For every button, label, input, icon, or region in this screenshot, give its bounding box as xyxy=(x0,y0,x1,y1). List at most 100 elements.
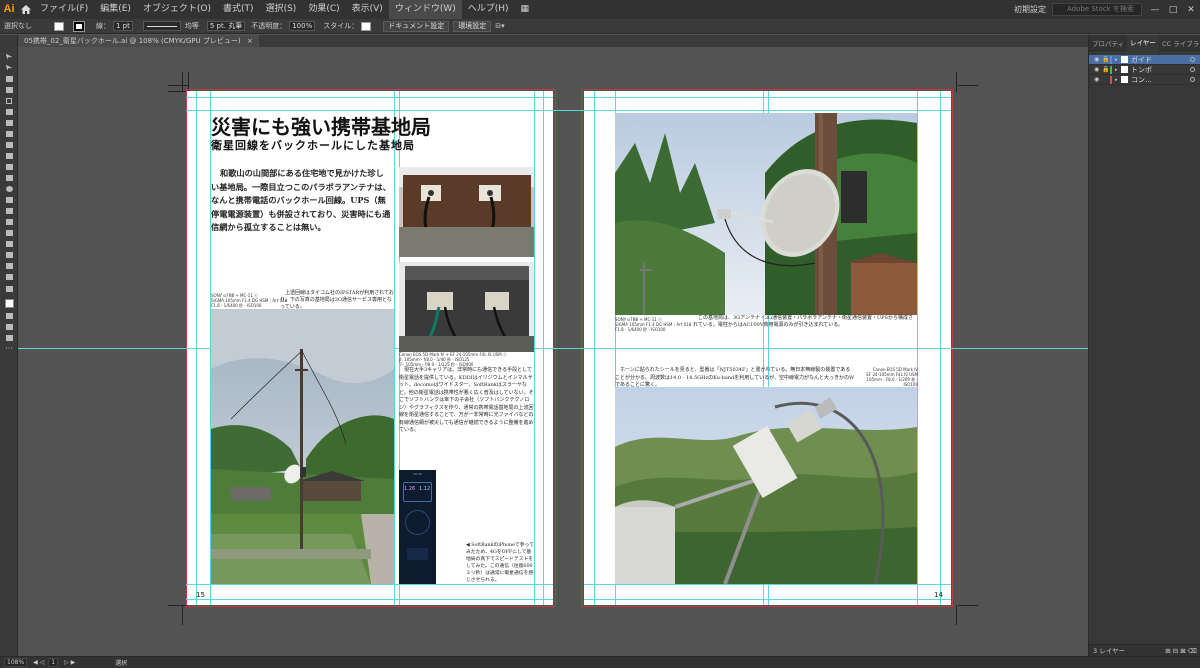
tab-layers[interactable]: レイヤー xyxy=(1127,34,1159,51)
body-text-left-1[interactable]: 上透回線はタイコム社のIPSTARが利用されており、下の写真の基地局は3G通信サ… xyxy=(280,290,394,311)
photo-base-station[interactable] xyxy=(211,309,394,584)
visibility-eye-icon[interactable]: ◉ xyxy=(1094,56,1102,63)
pen-tool-icon[interactable] xyxy=(0,73,18,84)
fill-swatch[interactable] xyxy=(54,21,64,31)
target-circle-icon[interactable] xyxy=(1190,77,1195,82)
menu-select[interactable]: 選択(S) xyxy=(260,0,303,19)
zoom-tool-icon[interactable] xyxy=(0,271,18,282)
width-tool-icon[interactable] xyxy=(0,172,18,183)
maximize-button[interactable]: □ xyxy=(1164,5,1182,15)
stock-search-input[interactable]: Adobe Stock を検索 xyxy=(1052,3,1142,16)
lead-text[interactable]: 和歌山の山間部にある住宅地で見かけた珍しい基地局。一際目立つこのパラボラアンテナ… xyxy=(211,167,391,235)
artboard-tool-icon[interactable] xyxy=(0,249,18,260)
color-mode-icon[interactable] xyxy=(0,310,18,321)
arrange-documents-icon[interactable]: ▦ xyxy=(515,0,536,19)
menu-window[interactable]: ウィンドウ(W) xyxy=(388,0,462,19)
preferences-button[interactable]: 環境設定 xyxy=(453,20,492,32)
photo-speedtest-screenshot[interactable]: 15:36 1.26 1.12 xyxy=(399,470,436,584)
blend-tool-icon[interactable] xyxy=(0,216,18,227)
menu-view[interactable]: 表示(V) xyxy=(346,0,389,19)
photo-parabolic-antenna[interactable] xyxy=(615,113,917,315)
canvas[interactable]: 災害にも強い携帯基地局 衛星回線をバックホールにした基地局 和歌山の山間部にある… xyxy=(18,47,1088,656)
tab-cc-libraries[interactable]: CC ライブラリ xyxy=(1159,38,1200,48)
photo-ups-front[interactable] xyxy=(399,167,534,257)
photo-ups-back[interactable] xyxy=(399,262,534,352)
pencil-tool-icon[interactable] xyxy=(0,117,18,128)
screen-mode-icon[interactable] xyxy=(0,332,18,343)
visibility-eye-icon[interactable]: ◉ xyxy=(1094,66,1102,73)
tab-properties[interactable]: プロパティ xyxy=(1089,38,1127,48)
menu-help[interactable]: ヘルプ(H) xyxy=(462,0,515,19)
menu-object[interactable]: オブジェクト(O) xyxy=(137,0,217,19)
paintbrush-tool-icon[interactable] xyxy=(0,106,18,117)
graph-tool-icon[interactable] xyxy=(0,238,18,249)
shape-builder-tool-icon[interactable] xyxy=(0,183,18,194)
brush-field[interactable]: 5 pt. 丸筆 xyxy=(206,21,246,31)
rotate-tool-icon[interactable] xyxy=(0,139,18,150)
app-logo: Ai xyxy=(3,3,15,15)
style-swatch[interactable] xyxy=(361,21,372,31)
style-label: スタイル： xyxy=(323,22,359,30)
body-text-right-1[interactable]: この基地局は、3Gアンテナ・3G通信装置・パラボラアンテナ・衛星通信装置・UPS… xyxy=(693,315,917,329)
caption-right-2[interactable]: Canon EOS 5D Mark Ⅳ EF 24-105mm F4L IS U… xyxy=(858,367,918,387)
layer-row-guides[interactable]: ◉ 🔒 ▸ ガイド xyxy=(1089,55,1200,65)
symbol-sprayer-tool-icon[interactable] xyxy=(0,227,18,238)
menu-file[interactable]: ファイル(F) xyxy=(34,0,94,19)
artboard-nav-icon[interactable]: ◀ ◁ xyxy=(33,659,44,666)
gradient-tool-icon[interactable] xyxy=(0,194,18,205)
type-tool-icon[interactable] xyxy=(0,128,18,139)
lock-icon[interactable]: 🔒 xyxy=(1102,56,1110,63)
selection-tool-icon[interactable] xyxy=(0,51,18,62)
minimize-button[interactable]: — xyxy=(1146,5,1164,15)
curvature-tool-icon[interactable] xyxy=(0,84,18,95)
stroke-profile-label[interactable]: 均等 xyxy=(185,21,199,31)
document-setup-button[interactable]: ドキュメント設定 xyxy=(383,20,450,32)
swap-colors-icon[interactable] xyxy=(0,282,18,296)
document-tab[interactable]: 05携帯_02_衛星バックホール.ai @ 108% (CMYK/GPU プレビ… xyxy=(18,35,259,47)
workspace-switcher[interactable]: 初期設定 xyxy=(1008,4,1052,15)
layer-row-content[interactable]: ◉ ▸ コン... xyxy=(1089,75,1200,85)
zoom-field[interactable]: 108% xyxy=(4,658,28,667)
target-circle-icon[interactable] xyxy=(1190,67,1195,72)
caption-right-1[interactable]: SONY α7RⅢ + MC-11 ⓒ SIGMA 105mm F1.4 DG … xyxy=(615,317,695,332)
eraser-tool-icon[interactable] xyxy=(0,150,18,161)
rectangle-tool-icon[interactable] xyxy=(0,95,18,106)
stroke-width-field[interactable]: 1 pt xyxy=(113,21,133,31)
eyedropper-tool-icon[interactable] xyxy=(0,205,18,216)
scale-tool-icon[interactable] xyxy=(0,161,18,172)
artboard-number-field[interactable]: 1 xyxy=(48,658,59,667)
stroke-label: 線： xyxy=(96,22,110,30)
caption-left-2[interactable]: Canon EOS 5D Mark Ⅳ + EF 24-105mm F4L IS… xyxy=(399,352,534,367)
stroke-profile-preview[interactable] xyxy=(142,21,181,31)
layer-row-crop-marks[interactable]: ◉ 🔒 ▸ トンボ xyxy=(1089,65,1200,75)
hand-tool-icon[interactable] xyxy=(0,260,18,271)
fill-stroke-icon[interactable] xyxy=(0,296,18,310)
page-subtitle[interactable]: 衛星回線をバックホールにした基地局 xyxy=(211,137,415,153)
menu-type[interactable]: 書式(T) xyxy=(217,0,260,19)
phone-caption[interactable]: ◀ SoftBankのiPhoneで参ってみたため、4GをOFFにして基地局の真… xyxy=(466,542,534,584)
target-circle-icon[interactable] xyxy=(1190,57,1195,62)
close-window-button[interactable]: ✕ xyxy=(1182,5,1200,15)
stroke-swatch[interactable] xyxy=(73,20,85,32)
photo-feed-horn[interactable] xyxy=(615,387,917,584)
page-number-right[interactable]: 14 xyxy=(934,591,943,599)
page-title[interactable]: 災害にも強い携帯基地局 xyxy=(211,111,431,140)
menu-edit[interactable]: 編集(E) xyxy=(94,0,137,19)
page-number-left[interactable]: 15 xyxy=(196,591,205,599)
layer-name[interactable]: トンボ xyxy=(1131,65,1152,75)
edit-toolbar-icon[interactable]: ··· xyxy=(0,343,18,354)
artboard-next-icon[interactable]: ▷ ▶ xyxy=(64,659,75,666)
caption-left-1[interactable]: SONY α7RⅢ + MC-11 ⓒ SIGMA 105mm F1.4 DG … xyxy=(211,293,291,308)
direct-selection-tool-icon[interactable] xyxy=(0,62,18,73)
lock-icon[interactable]: 🔒 xyxy=(1102,66,1110,73)
body-text-left-2[interactable]: 現在大手3キャリアは、非常時にも通信できる手段として衛星電話を提供している。KD… xyxy=(399,367,534,435)
layer-name[interactable]: コン... xyxy=(1131,75,1152,85)
home-icon[interactable] xyxy=(18,0,34,19)
visibility-eye-icon[interactable]: ◉ xyxy=(1094,76,1102,83)
draw-mode-icon[interactable] xyxy=(0,321,18,332)
close-tab-icon[interactable]: × xyxy=(247,37,253,45)
layer-name[interactable]: ガイド xyxy=(1131,55,1152,65)
arrange-icon[interactable]: ⊟▾ xyxy=(495,22,504,30)
opacity-field[interactable]: 100% xyxy=(289,21,316,31)
menu-effect[interactable]: 効果(C) xyxy=(302,0,345,19)
